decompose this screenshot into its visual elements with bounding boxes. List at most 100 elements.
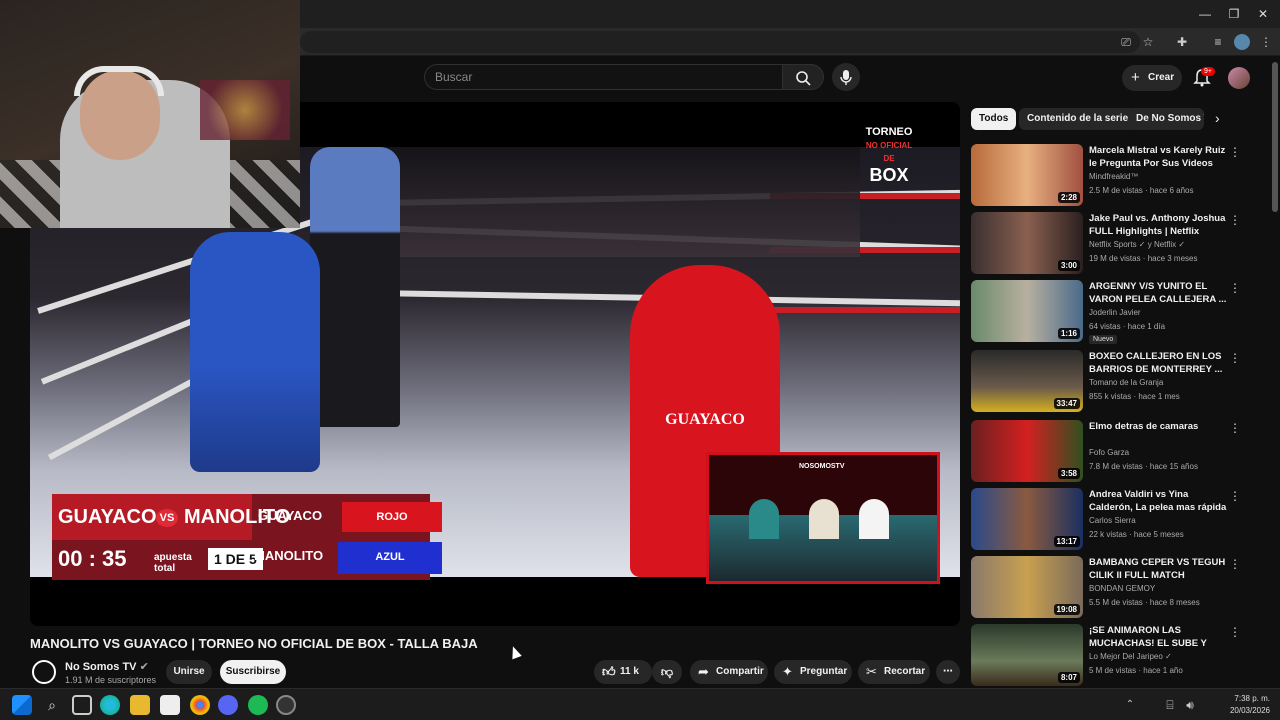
rec-title[interactable]: ¡SE ANIMARON LAS MUCHACHAS! EL SUBE Y BA…	[1089, 624, 1231, 650]
close-icon[interactable]: ✕	[1248, 4, 1278, 24]
kebab-menu-icon[interactable]: ⋮	[1229, 488, 1241, 504]
join-button[interactable]: Unirse	[166, 660, 212, 684]
commentators-pip: NOSOMOSTV	[706, 452, 940, 584]
rec-title[interactable]: Andrea Valdiri vs Yina Calderón, La pele…	[1089, 488, 1231, 514]
page-scrollbar[interactable]	[1272, 62, 1278, 212]
rec-channel[interactable]: Joderlin Javier	[1089, 308, 1141, 317]
ask-button[interactable]: ✦ Preguntar	[774, 660, 852, 684]
ask-label: Preguntar	[800, 666, 848, 677]
chevron-right-icon[interactable]: ›	[1215, 110, 1220, 126]
windows-start-icon[interactable]	[12, 695, 32, 715]
rec-channel[interactable]: BONDAN GEMOY	[1089, 584, 1155, 593]
more-actions-button[interactable]: ⋯	[936, 660, 960, 684]
rec-title[interactable]: Elmo detras de camaras	[1089, 420, 1231, 433]
duration-badge: 13:17	[1053, 536, 1080, 547]
kebab-menu-icon[interactable]: ⋮	[1229, 556, 1241, 572]
video-thumbnail[interactable]: 19:08	[971, 556, 1083, 618]
thumbs-up-icon: 👍︎	[602, 664, 616, 679]
account-avatar[interactable]	[1228, 67, 1250, 89]
file-explorer-icon[interactable]	[130, 695, 150, 715]
store-icon[interactable]	[160, 695, 180, 715]
rec-title[interactable]: Jake Paul vs. Anthony Joshua FULL Highli…	[1089, 212, 1231, 238]
recommendation-item[interactable]: 2:28 Marcela Mistral vs Karely Ruiz le P…	[971, 144, 1261, 206]
recommendation-item[interactable]: 8:07 ¡SE ANIMARON LAS MUCHACHAS! EL SUBE…	[971, 624, 1261, 686]
video-thumbnail[interactable]: 33:47	[971, 350, 1083, 412]
voice-search-button[interactable]	[832, 63, 860, 91]
webcam-overlay	[0, 0, 300, 228]
logo-line: BOX	[869, 165, 909, 185]
recommendation-item[interactable]: 1:16 ARGENNY V/S YUNITO EL VARON PELEA C…	[971, 280, 1261, 344]
kebab-menu-icon[interactable]: ⋮	[1229, 350, 1241, 366]
rec-channel[interactable]: Fofo Garza	[1089, 448, 1129, 457]
taskbar-clock[interactable]: 7:38 p. m. 20/03/2026	[1230, 693, 1270, 717]
commentator	[859, 499, 889, 539]
video-thumbnail[interactable]: 1:16	[971, 280, 1083, 342]
create-button[interactable]: + Crear	[1122, 65, 1182, 91]
duration-badge: 1:16	[1057, 328, 1080, 339]
recommendation-item[interactable]: 3:58 Elmo detras de camaras Fofo Garza 7…	[971, 420, 1261, 482]
kebab-menu-icon[interactable]: ⋮	[1229, 420, 1241, 436]
kebab-menu-icon[interactable]: ⋮	[1229, 624, 1241, 640]
dislike-button[interactable]: 👎︎	[652, 660, 682, 684]
kebab-menu-icon[interactable]: ⋮	[1229, 144, 1241, 160]
chip-series[interactable]: Contenido de la serie	[1019, 108, 1137, 130]
channel-name-text: No Somos TV	[65, 661, 137, 673]
url-field[interactable]	[300, 31, 1140, 53]
duration-badge: 2:28	[1057, 192, 1080, 203]
chip-channel[interactable]: De No Somos TV	[1128, 108, 1204, 130]
obs-icon[interactable]	[276, 695, 296, 715]
search-icon[interactable]: ⌕	[42, 695, 62, 715]
minimize-icon[interactable]: —	[1190, 4, 1220, 24]
video-thumbnail[interactable]: 2:28	[971, 144, 1083, 206]
rec-channel[interactable]: Netflix Sports ✓ y Netflix ✓	[1089, 240, 1185, 249]
rec-meta: 2.5 M de vistas · hace 6 años	[1089, 186, 1194, 195]
edge-icon[interactable]	[100, 695, 120, 715]
reading-list-icon[interactable]: ≡	[1210, 34, 1226, 50]
recommendation-item[interactable]: 19:08 BAMBANG CEPER VS TEGUH CILIK II FU…	[971, 556, 1261, 618]
duration-badge: 3:00	[1057, 260, 1080, 271]
like-button[interactable]: 👍︎ 11 k	[594, 660, 652, 684]
rec-title[interactable]: BOXEO CALLEJERO EN LOS BARRIOS DE MONTER…	[1089, 350, 1231, 376]
network-icon[interactable]: ⌸	[1160, 695, 1180, 715]
volume-icon[interactable]: 🔊︎	[1180, 695, 1200, 715]
verified-icon: ✔	[139, 661, 149, 673]
share-button[interactable]: ➦ Compartir	[690, 660, 768, 684]
spotify-icon[interactable]	[248, 695, 268, 715]
video-thumbnail[interactable]: 13:17	[971, 488, 1083, 550]
channel-name[interactable]: No Somos TV ✔	[65, 660, 149, 673]
profile-icon[interactable]	[1234, 34, 1250, 50]
rec-channel[interactable]: Tomano de la Granja	[1089, 378, 1163, 387]
tournament-logo: TORNEO NO OFICIAL DE BOX	[865, 126, 913, 190]
rec-title[interactable]: Marcela Mistral vs Karely Ruiz le Pregun…	[1089, 144, 1231, 170]
video-thumbnail[interactable]: 3:58	[971, 420, 1083, 482]
chip-all[interactable]: Todos	[971, 108, 1017, 130]
search-input[interactable]: Buscar	[424, 64, 782, 90]
kebab-menu-icon[interactable]: ⋮	[1229, 280, 1241, 296]
round-timer: 00 : 35	[58, 546, 127, 571]
extensions-icon[interactable]: ✚	[1174, 34, 1190, 50]
kebab-menu-icon[interactable]: ⋮	[1229, 212, 1241, 228]
recommendation-item[interactable]: 13:17 Andrea Valdiri vs Yina Calderón, L…	[971, 488, 1261, 550]
bookmark-star-icon[interactable]: ☆	[1140, 34, 1156, 50]
task-view-icon[interactable]	[72, 695, 92, 715]
tray-chevron-icon[interactable]: ⌃	[1120, 695, 1140, 715]
discord-icon[interactable]	[218, 695, 238, 715]
clip-button[interactable]: ✂ Recortar	[858, 660, 930, 684]
cast-icon[interactable]: ⎚	[1118, 34, 1134, 50]
chrome-icon[interactable]	[190, 695, 210, 715]
recommendation-item[interactable]: 33:47 BOXEO CALLEJERO EN LOS BARRIOS DE …	[971, 350, 1261, 412]
rec-channel[interactable]: Mindfreakid™	[1089, 172, 1138, 181]
search-button[interactable]	[782, 64, 824, 90]
channel-avatar[interactable]	[32, 660, 56, 684]
rec-title[interactable]: BAMBANG CEPER VS TEGUH CILIK II FULL MAT…	[1089, 556, 1231, 582]
video-thumbnail[interactable]: 8:07	[971, 624, 1083, 686]
subscribe-button[interactable]: Suscribirse	[220, 660, 286, 684]
rec-channel[interactable]: Carlos Sierra	[1089, 516, 1136, 525]
rec-title[interactable]: ARGENNY V/S YUNITO EL VARON PELEA CALLEJ…	[1089, 280, 1231, 306]
recommendation-item[interactable]: 3:00 Jake Paul vs. Anthony Joshua FULL H…	[971, 212, 1261, 274]
menu-icon[interactable]: ⋮	[1258, 34, 1274, 50]
referee	[310, 147, 400, 427]
restore-icon[interactable]: ❐	[1219, 4, 1249, 24]
rec-channel[interactable]: Lo Mejor Del Jaripeo ✓	[1089, 652, 1172, 661]
video-thumbnail[interactable]: 3:00	[971, 212, 1083, 274]
